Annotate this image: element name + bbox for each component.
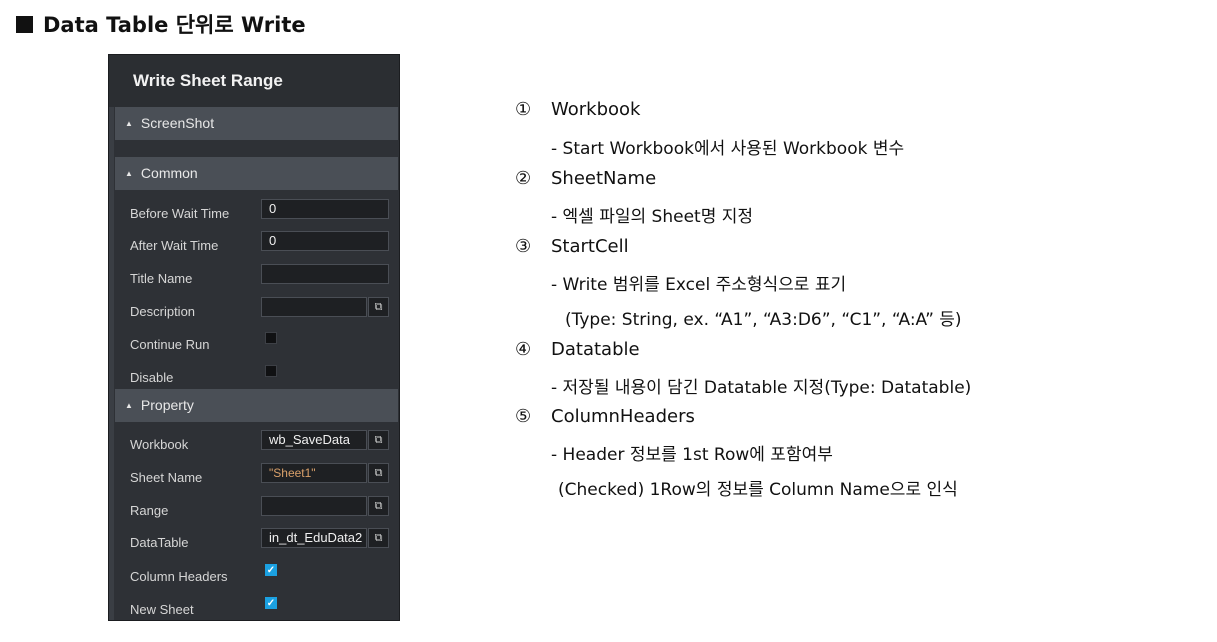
note-3-title: ③ StartCell <box>515 236 629 257</box>
after-wait-time-input[interactable]: 0 <box>261 231 389 251</box>
field-label: Sheet Name <box>130 470 203 485</box>
note-number: ② <box>515 168 532 189</box>
field-label: Description <box>130 304 196 319</box>
note-title: Workbook <box>551 99 641 120</box>
section-common[interactable]: ▲ Common <box>115 157 398 190</box>
external-link-icon[interactable]: ⧉ <box>368 297 389 317</box>
field-label: Continue Run <box>130 337 210 352</box>
note-number: ① <box>515 99 532 120</box>
field-label: Column Headers <box>130 569 228 584</box>
note-number: ⑤ <box>515 406 532 427</box>
continue-run-checkbox[interactable] <box>265 332 277 344</box>
note-2-line: - 엑셀 파일의 Sheet명 지정 <box>551 207 754 227</box>
note-title: ColumnHeaders <box>551 406 695 427</box>
note-5-line: (Checked) 1Row의 정보를 Column Name으로 인식 <box>558 480 958 500</box>
note-title: SheetName <box>551 168 657 189</box>
section-screenshot[interactable]: ▲ ScreenShot <box>115 107 398 140</box>
note-2-title: ② SheetName <box>515 168 656 189</box>
sheet-name-input[interactable]: "Sheet1" <box>261 463 367 483</box>
field-label: New Sheet <box>130 602 194 617</box>
column-headers-checkbox[interactable]: ✓ <box>265 564 277 576</box>
new-sheet-checkbox[interactable]: ✓ <box>265 597 277 609</box>
external-link-icon[interactable]: ⧉ <box>368 528 389 548</box>
row-range: Range ⧉ <box>115 496 398 526</box>
row-title-name: Title Name <box>115 264 398 294</box>
collapse-triangle-icon: ▲ <box>125 169 133 178</box>
description-input[interactable] <box>261 297 367 317</box>
row-new-sheet: New Sheet ✓ <box>115 595 398 625</box>
note-3-line: (Type: String, ex. “A1”, “A3:D6”, “C1”, … <box>565 310 962 330</box>
note-3-line: - Write 범위를 Excel 주소형식으로 표기 <box>551 275 847 295</box>
field-label: Range <box>130 503 169 518</box>
disable-checkbox[interactable] <box>265 365 277 377</box>
before-wait-time-input[interactable]: 0 <box>261 199 389 219</box>
heading-text: Data Table 단위로 Write <box>43 13 306 37</box>
row-datatable: DataTable in_dt_EduData2 ⧉ <box>115 528 398 558</box>
panel-left-strip <box>109 107 114 620</box>
field-label: Workbook <box>130 437 189 452</box>
note-4-line: - 저장될 내용이 담긴 Datatable 지정(Type: Datatabl… <box>551 378 972 398</box>
page-heading: Data Table 단위로 Write <box>16 9 306 39</box>
row-workbook: Workbook wb_SaveData ⧉ <box>115 430 398 460</box>
properties-panel: Write Sheet Range ▲ ScreenShot ▲ Common Be… <box>108 54 400 621</box>
note-5-title: ⑤ ColumnHeaders <box>515 406 695 427</box>
title-name-input[interactable] <box>261 264 389 284</box>
range-input[interactable] <box>261 496 367 516</box>
workbook-input[interactable]: wb_SaveData <box>261 430 367 450</box>
field-label: After Wait Time <box>130 238 219 253</box>
external-link-icon[interactable]: ⧉ <box>368 463 389 483</box>
external-link-icon[interactable]: ⧉ <box>368 430 389 450</box>
section-label: Common <box>140 165 198 181</box>
row-column-headers: Column Headers ✓ <box>115 562 398 592</box>
field-label: Disable <box>130 370 174 385</box>
row-before-wait-time: Before Wait Time 0 <box>115 199 398 229</box>
note-1-line: - Start Workbook에서 사용된 Workbook 변수 <box>551 139 905 159</box>
note-number: ③ <box>515 236 532 257</box>
field-label: Before Wait Time <box>130 206 230 221</box>
collapse-triangle-icon: ▲ <box>125 119 133 128</box>
note-title: Datatable <box>551 339 640 360</box>
row-sheet-name: Sheet Name "Sheet1" ⧉ <box>115 463 398 493</box>
field-label: DataTable <box>130 535 189 550</box>
row-continue-run: Continue Run <box>115 330 398 360</box>
section-label: ScreenShot <box>140 115 215 131</box>
section-property[interactable]: ▲ Property <box>115 389 398 422</box>
note-1-title: ① Workbook <box>515 99 640 120</box>
row-description: Description ⧉ <box>115 297 398 327</box>
datatable-input[interactable]: in_dt_EduData2 <box>261 528 367 548</box>
note-number: ④ <box>515 339 532 360</box>
section-label: Property <box>140 397 194 413</box>
panel-title: Write Sheet Range <box>109 55 399 107</box>
external-link-icon[interactable]: ⧉ <box>368 496 389 516</box>
collapse-triangle-icon: ▲ <box>125 401 133 410</box>
square-bullet-icon <box>16 15 33 33</box>
note-5-line: - Header 정보를 1st Row에 포함여부 <box>551 445 833 465</box>
row-after-wait-time: After Wait Time 0 <box>115 231 398 261</box>
note-title: StartCell <box>551 236 629 257</box>
field-label: Title Name <box>130 271 193 286</box>
note-4-title: ④ Datatable <box>515 339 640 360</box>
